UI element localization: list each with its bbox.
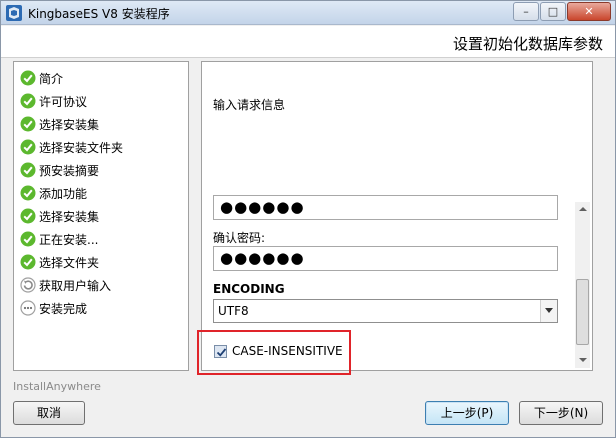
confirm-password-field[interactable]: ●●●●●● (213, 246, 558, 271)
header-band: 设置初始化数据库参数 (1, 26, 615, 58)
progress-arrow-icon (20, 277, 36, 293)
scroll-thumb[interactable] (576, 279, 589, 345)
pending-dots-icon (20, 300, 36, 316)
encoding-value: UTF8 (218, 304, 249, 318)
step-label: 选择安装集 (39, 210, 100, 224)
step-label: 选择文件夹 (39, 256, 100, 270)
vertical-scrollbar[interactable] (575, 202, 590, 368)
encoding-label: ENCODING (213, 282, 285, 296)
minimize-icon: – (523, 5, 529, 18)
check-icon (20, 185, 36, 201)
maximize-button[interactable]: □ (540, 2, 566, 21)
step-label: 获取用户输入 (39, 279, 112, 293)
scroll-down-button[interactable] (575, 353, 590, 368)
check-icon (20, 116, 36, 132)
dropdown-arrow-icon[interactable] (540, 300, 557, 322)
check-icon (20, 254, 36, 270)
password-mask: ●●●●●● (220, 198, 305, 216)
installer-window: KingbaseES V8 安装程序 – □ ✕ 设置初始化数据库参数 简介 许… (0, 0, 616, 438)
check-icon (20, 70, 36, 86)
case-insensitive-checkbox[interactable] (214, 345, 227, 358)
step-label: 正在安装... (39, 233, 99, 247)
maximize-icon: □ (547, 5, 559, 18)
cancel-button[interactable]: 取消 (13, 401, 85, 425)
case-insensitive-label: CASE-INSENSITIVE (232, 344, 343, 358)
title-bar[interactable]: KingbaseES V8 安装程序 – □ ✕ (1, 1, 615, 25)
confirm-password-label: 确认密码: (213, 231, 266, 245)
app-icon (6, 5, 22, 21)
input-prompt: 输入请求信息 (213, 98, 286, 112)
step-label: 选择安装文件夹 (39, 141, 124, 155)
window-title: KingbaseES V8 安装程序 (28, 7, 170, 21)
check-icon (20, 208, 36, 224)
steps-panel: 简介 许可协议 选择安装集 选择安装文件夹 预安装摘要 添加功能 选择安装集 正… (13, 61, 189, 371)
step-label: 选择安装集 (39, 118, 100, 132)
next-button[interactable]: 下一步(N) (519, 401, 603, 425)
step-label: 安装完成 (39, 302, 88, 316)
close-button[interactable]: ✕ (567, 2, 611, 21)
check-icon (20, 231, 36, 247)
confirm-password-mask: ●●●●●● (220, 249, 305, 267)
encoding-select[interactable]: UTF8 (213, 299, 558, 323)
step-label: 许可协议 (39, 95, 88, 109)
check-icon (20, 162, 36, 178)
step-label: 简介 (39, 72, 64, 86)
checkmark-icon (216, 348, 227, 357)
close-icon: ✕ (584, 5, 594, 18)
installanywhere-brand: InstallAnywhere (13, 380, 101, 393)
scroll-up-button[interactable] (575, 202, 590, 217)
check-icon (20, 93, 36, 109)
step-label: 预安装摘要 (39, 164, 100, 178)
minimize-button[interactable]: – (513, 2, 539, 21)
check-icon (20, 139, 36, 155)
previous-button[interactable]: 上一步(P) (425, 401, 509, 425)
step-label: 添加功能 (39, 187, 88, 201)
password-field[interactable]: ●●●●●● (213, 195, 558, 220)
page-title: 设置初始化数据库参数 (452, 35, 603, 53)
content-panel: 输入请求信息 ●●●●●● 确认密码: ●●●●●● ENCODING UTF8… (197, 61, 593, 375)
